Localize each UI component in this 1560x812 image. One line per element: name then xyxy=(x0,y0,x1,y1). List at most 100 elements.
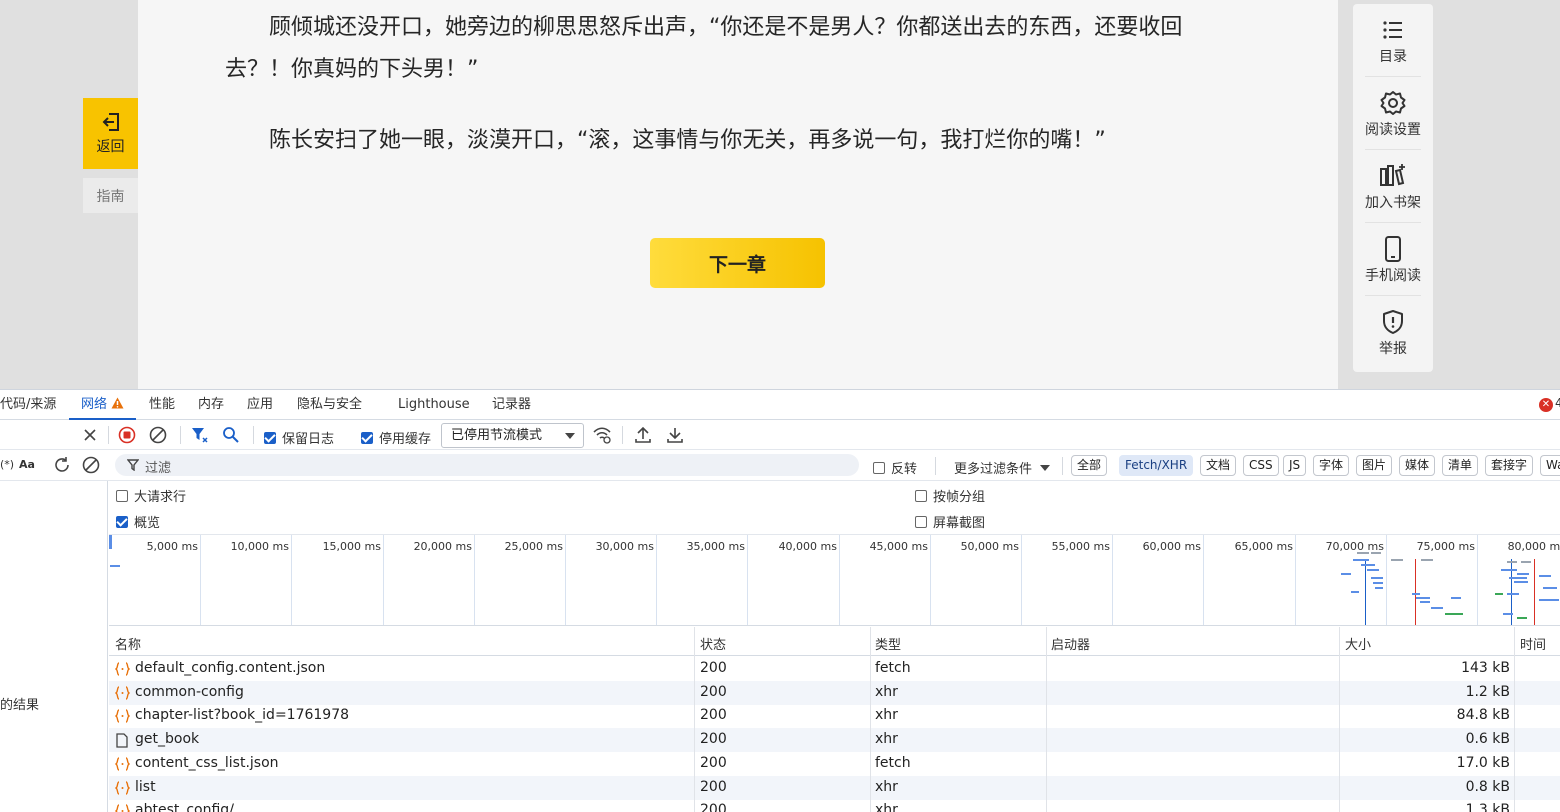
request-type: xhr xyxy=(875,707,898,724)
request-status: 200 xyxy=(700,754,727,771)
network-conditions-icon[interactable] xyxy=(592,426,612,444)
table-row[interactable]: common-config 200 xhr 1.2 kB xyxy=(109,680,1560,705)
json-icon xyxy=(115,780,130,795)
json-icon xyxy=(115,709,130,724)
preserve-log-checkbox[interactable]: 保留日志 xyxy=(264,428,334,447)
request-status: 200 xyxy=(700,660,727,676)
menu-item-label: 目录 xyxy=(1379,49,1407,65)
request-name[interactable]: content_css_list.json xyxy=(135,755,279,771)
request-size: 0.6 kB xyxy=(1465,731,1510,748)
guide-button[interactable]: 指南 xyxy=(83,178,138,213)
json-icon xyxy=(115,662,130,676)
table-row[interactable]: default_config.content.json 200 fetch 143 k… xyxy=(109,657,1560,681)
filter-chip-doc[interactable]: 文档 xyxy=(1200,455,1237,476)
regex-toggle[interactable]: (*) xyxy=(0,458,14,471)
request-name[interactable]: get_book xyxy=(135,731,199,747)
invert-checkbox[interactable]: 反转 xyxy=(873,458,917,477)
close-icon[interactable] xyxy=(82,427,98,443)
menu-item-contents[interactable]: 目录 xyxy=(1353,4,1433,74)
search-icon[interactable] xyxy=(222,426,240,444)
filter-chip-socket[interactable]: 套接字 xyxy=(1485,455,1534,476)
throttling-select[interactable]: 已停用节流模式 xyxy=(441,423,584,448)
request-name[interactable]: common-config xyxy=(135,684,244,700)
request-status: 200 xyxy=(700,683,727,700)
devtools-tab-bar: 代码/来源 网络 性能 内存 应用 隐私与安全 Lighthouse 记录器 ✕… xyxy=(0,390,1560,420)
exit-icon xyxy=(102,113,119,131)
filter-chip-js[interactable]: JS xyxy=(1283,455,1307,476)
group-by-frame-checkbox[interactable]: 按帧分组 xyxy=(915,486,985,505)
clear-icon[interactable] xyxy=(149,426,167,444)
column-header-size[interactable]: 大小 xyxy=(1345,634,1371,653)
table-row[interactable]: content_css_list.json 200 fetch 17.0 kB xyxy=(109,752,1560,776)
column-header-status[interactable]: 状态 xyxy=(700,634,726,653)
timeline-tick-label: 75,000 ms xyxy=(1416,540,1475,553)
menu-item-report[interactable]: 举报 xyxy=(1353,296,1433,366)
stop-recording-icon[interactable] xyxy=(118,426,136,444)
disable-cache-checkbox[interactable]: 停用缓存 xyxy=(361,428,431,447)
upload-icon[interactable] xyxy=(634,426,652,444)
tab-privacy-security[interactable]: 隐私与安全 xyxy=(297,390,362,420)
menu-item-label: 举报 xyxy=(1379,341,1407,357)
overview-checkbox[interactable]: 概览 xyxy=(116,512,160,531)
tab-recorder[interactable]: 记录器 xyxy=(492,390,531,420)
table-row[interactable]: list 200 xhr 0.8 kB xyxy=(109,775,1560,800)
request-name[interactable]: chapter-list?book_id=1761978 xyxy=(135,707,349,723)
error-badge-icon[interactable]: ✕ xyxy=(1539,398,1553,412)
column-header-time[interactable]: 时间 xyxy=(1520,634,1546,653)
column-header-name[interactable]: 名称 xyxy=(115,634,141,653)
screenshots-checkbox[interactable]: 屏幕截图 xyxy=(915,512,985,531)
next-chapter-button[interactable]: 下一章 xyxy=(650,238,825,288)
error-count: 4 xyxy=(1555,396,1560,410)
request-name[interactable]: abtest_config/ xyxy=(135,802,234,812)
filter-chip-fetch-xhr[interactable]: Fetch/XHR xyxy=(1119,455,1194,476)
column-header-type[interactable]: 类型 xyxy=(875,634,901,653)
match-case-toggle[interactable]: Aa xyxy=(19,458,35,471)
clear-search-icon[interactable] xyxy=(82,456,100,474)
filter-chip-font[interactable]: 字体 xyxy=(1313,455,1350,476)
tab-network[interactable]: 网络 xyxy=(69,390,137,420)
tab-performance[interactable]: 性能 xyxy=(149,390,175,420)
big-request-rows-checkbox[interactable]: 大请求行 xyxy=(116,486,186,505)
filter-chip-media[interactable]: 媒体 xyxy=(1399,455,1436,476)
tab-lighthouse[interactable]: Lighthouse xyxy=(398,390,470,420)
request-type: fetch xyxy=(875,754,911,771)
filter-input[interactable]: 过滤 xyxy=(115,454,859,476)
request-name[interactable]: list xyxy=(135,779,156,795)
table-row[interactable]: get_book 200 xhr 0.6 kB xyxy=(109,728,1560,753)
filter-chip-img[interactable]: 图片 xyxy=(1356,455,1393,476)
request-status: 200 xyxy=(700,802,727,812)
refresh-icon[interactable] xyxy=(53,456,71,474)
request-size: 17.0 kB xyxy=(1456,754,1510,771)
request-type: xhr xyxy=(875,683,898,700)
menu-item-reading-settings[interactable]: 阅读设置 xyxy=(1353,77,1433,147)
menu-item-mobile-reading[interactable]: 手机阅读 xyxy=(1353,223,1433,293)
filter-chip-manifest[interactable]: 清单 xyxy=(1442,455,1479,476)
menu-item-add-bookshelf[interactable]: 加入书架 xyxy=(1353,150,1433,220)
tab-memory[interactable]: 内存 xyxy=(198,390,224,420)
request-name[interactable]: default_config.content.json xyxy=(135,660,325,676)
chevron-down-icon xyxy=(565,433,575,439)
filter-chip-wasm[interactable]: Wa xyxy=(1540,455,1560,476)
more-filters-dropdown[interactable]: 更多过滤条件 xyxy=(954,458,1051,477)
big-request-rows-label: 大请求行 xyxy=(134,490,187,505)
filter-chip-all[interactable]: 全部 xyxy=(1071,455,1108,476)
gear-icon xyxy=(1380,91,1406,115)
reader-side-menu: 目录 阅读设置 加入书架 手机阅读 举报 xyxy=(1353,4,1433,372)
filter-icon[interactable] xyxy=(191,427,209,444)
download-icon[interactable] xyxy=(666,426,684,444)
invert-label: 反转 xyxy=(891,462,918,477)
filter-chip-css[interactable]: CSS xyxy=(1243,455,1279,476)
timeline-tick-label: 60,000 ms xyxy=(1142,540,1201,553)
search-results-panel: 的结果 xyxy=(0,481,108,812)
table-row[interactable]: chapter-list?book_id=1761978 200 xhr 84.8 k… xyxy=(109,704,1560,728)
network-overview-timeline[interactable]: 5,000 ms 10,000 ms 15,000 ms 20,000 ms 25,00… xyxy=(109,535,1560,626)
reader-viewport: 返回 指南 顾倾城还没开口，她旁边的柳思思怒斥出声，“你还是不是男人？你都送出去… xyxy=(0,0,1560,389)
table-row[interactable]: abtest_config/200 xhr 1.3 kB xyxy=(109,799,1560,812)
timeline-tick-label: 20,000 ms xyxy=(413,540,472,553)
back-button[interactable]: 返回 xyxy=(83,98,138,169)
tab-sources[interactable]: 代码/来源 xyxy=(0,390,56,420)
shield-alert-icon xyxy=(1383,310,1403,334)
column-header-initiator[interactable]: 启动器 xyxy=(1051,634,1090,653)
request-size: 0.8 kB xyxy=(1465,778,1510,795)
tab-application[interactable]: 应用 xyxy=(247,390,273,420)
